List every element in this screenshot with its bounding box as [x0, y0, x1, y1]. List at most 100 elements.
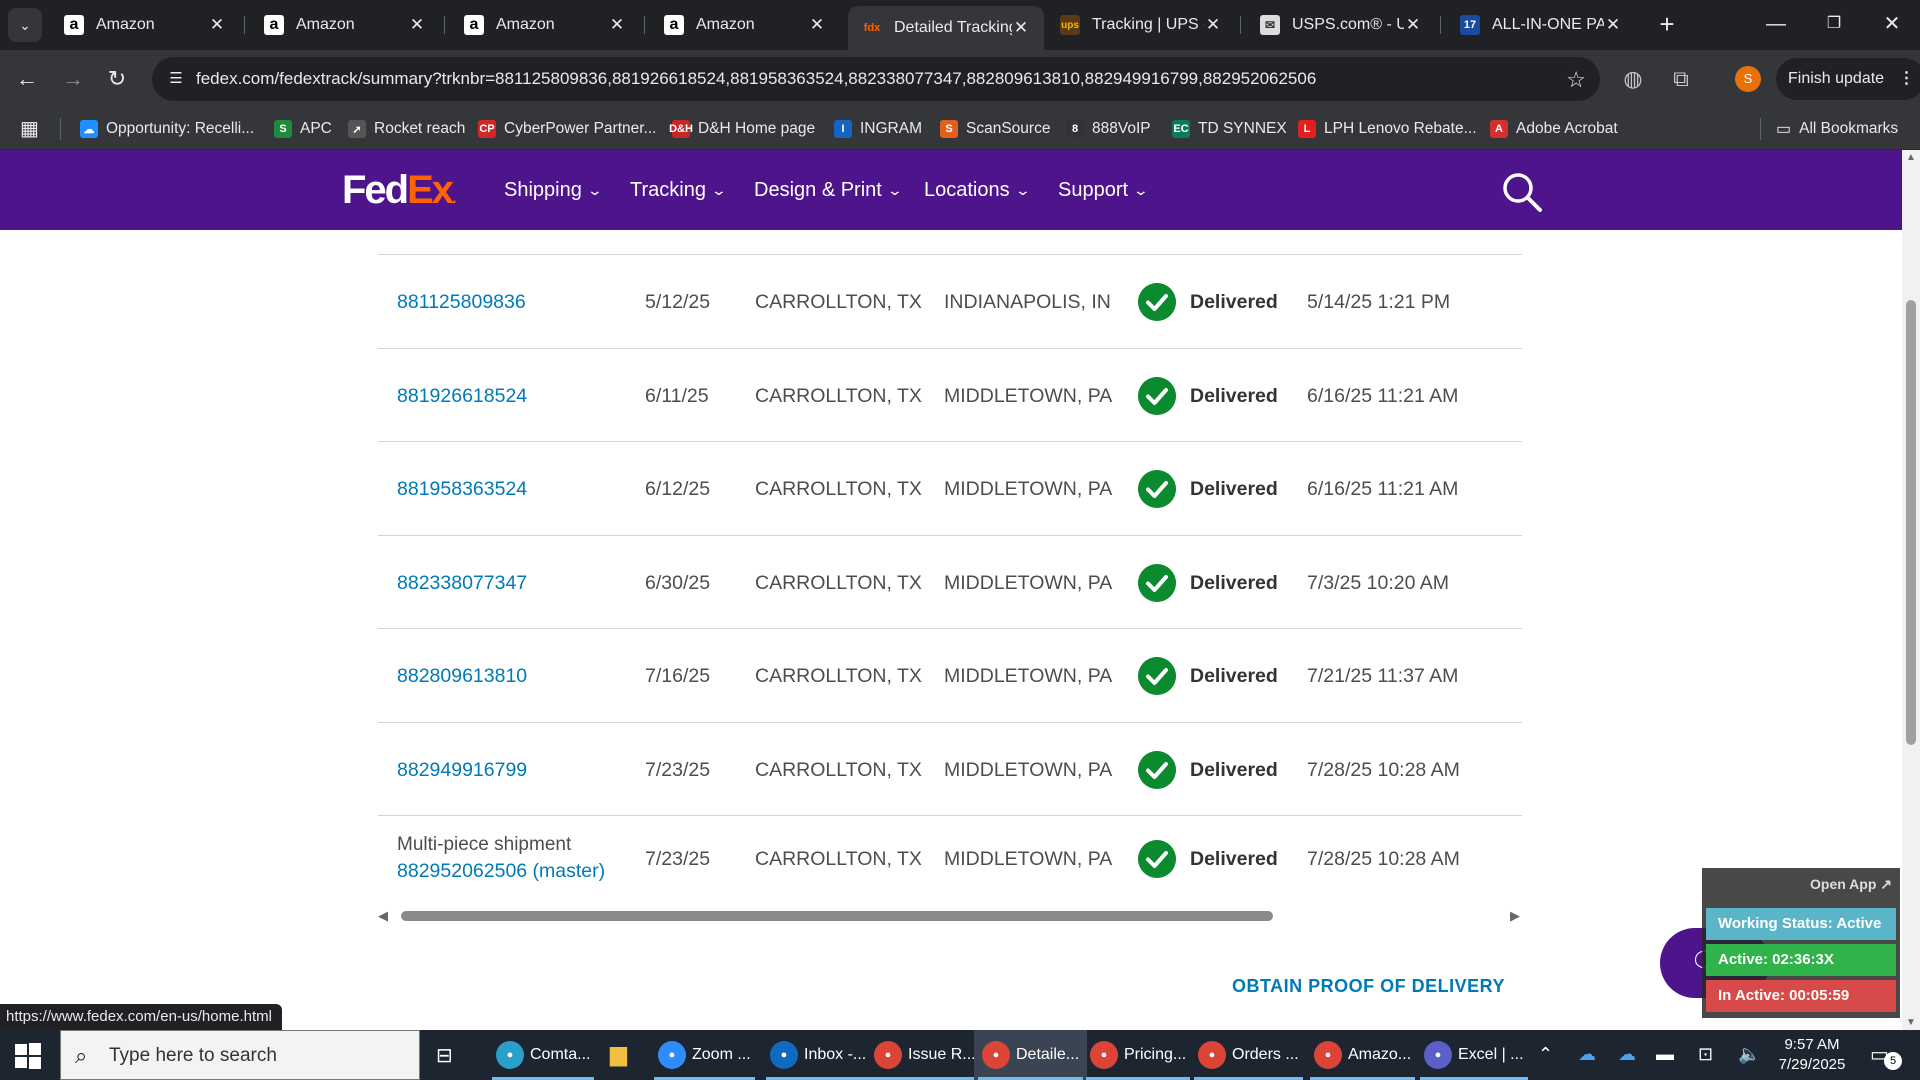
file-explorer-icon[interactable]: ▆ [610, 1041, 627, 1067]
delivered-check-icon [1138, 283, 1176, 321]
17track-icon: 17 [1460, 15, 1480, 35]
bookmark-item[interactable]: ➚ Rocket reach [348, 116, 465, 142]
onedrive-business-icon[interactable]: ☁ [1618, 1044, 1636, 1065]
tab-amazon-4[interactable]: a Amazon ✕ [650, 6, 840, 44]
bookmark-star-icon[interactable]: ☆ [1566, 67, 1586, 93]
close-tab-icon[interactable]: ✕ [1204, 15, 1222, 35]
windows-start-icon[interactable] [14, 1042, 42, 1070]
close-tab-icon[interactable]: ✕ [808, 15, 826, 35]
tab-amazon-1[interactable]: a Amazon ✕ [50, 6, 240, 44]
site-info-icon[interactable]: ☰ [166, 69, 186, 89]
tracking-number-link[interactable]: 882949916799 [397, 759, 527, 782]
nav-tracking[interactable]: Tracking ⌄ [630, 179, 727, 202]
nav-support[interactable]: Support ⌄ [1058, 179, 1149, 202]
tab-search-icon[interactable]: ⌄ [8, 8, 42, 42]
notifications-icon[interactable]: ▭ 5 [1870, 1042, 1902, 1070]
tracking-number-link[interactable]: 882952062506 (master) [397, 860, 605, 883]
taskbar-app[interactable]: ● Pricing... [1082, 1030, 1194, 1080]
scroll-thumb[interactable] [1906, 300, 1916, 745]
ship-date: 6/12/25 [645, 478, 711, 500]
tracking-number-link[interactable]: 882338077347 [397, 572, 527, 595]
browser-toolbar: ← → ↻ ☰ fedex.com/fedextrack/summary?trk… [0, 50, 1920, 108]
delivered-check-icon [1138, 376, 1176, 415]
open-app-link[interactable]: Open App ↗ [1810, 876, 1892, 893]
nav-locations[interactable]: Locations ⌄ [924, 179, 1031, 202]
fedex-logo[interactable]: FedEx. [342, 168, 457, 213]
tab-usps[interactable]: ✉ USPS.com® - US ✕ [1246, 6, 1436, 44]
tracking-number-link[interactable]: 881958363524 [397, 478, 527, 501]
bookmark-item[interactable]: 8 888VoIP [1066, 116, 1151, 142]
taskbar-app[interactable]: ● Issue R... [866, 1030, 984, 1080]
nav-design-print[interactable]: Design & Print ⌄ [754, 179, 903, 202]
show-hidden-icons[interactable]: ⌃ [1538, 1044, 1553, 1065]
close-window-icon[interactable]: ✕ [1864, 6, 1920, 42]
forward-icon[interactable]: → [56, 62, 90, 96]
translate-icon[interactable]: ◍ [1618, 64, 1648, 94]
bookmark-item[interactable]: L LPH Lenovo Rebate... [1298, 116, 1477, 142]
status-label: Delivered [1190, 291, 1278, 313]
tracking-number-link[interactable]: 881125809836 [397, 291, 526, 314]
windows-taskbar: ⌕ Type here to search ⊟ ● Comta... ● Zoom .… [0, 1030, 1920, 1080]
scroll-left-icon[interactable]: ◀ [378, 908, 388, 924]
network-icon[interactable]: ⊡ [1698, 1044, 1713, 1065]
origin: CARROLLTON, TX [755, 848, 922, 870]
close-tab-icon[interactable]: ✕ [1012, 18, 1030, 38]
scroll-down-icon[interactable]: ▼ [1906, 1017, 1916, 1028]
search-icon[interactable] [1500, 170, 1544, 214]
address-bar[interactable]: ☰ fedex.com/fedextrack/summary?trknbr=88… [152, 57, 1600, 101]
close-tab-icon[interactable]: ✕ [608, 15, 626, 35]
url-text[interactable]: fedex.com/fedextrack/summary?trknbr=8811… [196, 69, 1316, 89]
taskbar-app[interactable]: ● Excel | ... [1416, 1030, 1532, 1080]
scroll-right-icon[interactable]: ▶ [1510, 908, 1520, 924]
page-vertical-scrollbar[interactable]: ▲ ▼ [1902, 150, 1920, 1030]
tab-amazon-3[interactable]: a Amazon ✕ [450, 6, 640, 44]
taskbar-app[interactable]: ● Comta... [488, 1030, 598, 1080]
tracking-number-link[interactable]: 882809613810 [397, 665, 527, 688]
tab-amazon-2[interactable]: a Amazon ✕ [250, 6, 440, 44]
taskbar-search-box[interactable]: ⌕ Type here to search [60, 1030, 420, 1080]
more-menu-icon: ⋮ [1898, 70, 1915, 87]
bookmark-item[interactable]: CP CyberPower Partner... [478, 116, 656, 142]
close-tab-icon[interactable]: ✕ [1604, 15, 1622, 35]
finish-update-button[interactable]: Finish update ⋮ [1776, 58, 1920, 100]
bookmark-item[interactable]: ☁ Opportunity: Recelli... [80, 116, 254, 142]
restore-icon[interactable]: ❐ [1806, 6, 1862, 42]
all-bookmarks-button[interactable]: ▭ All Bookmarks [1776, 116, 1898, 142]
bookmark-item[interactable]: S APC [274, 116, 332, 142]
bookmark-item[interactable]: EC TD SYNNEX [1172, 116, 1287, 142]
taskbar-app[interactable]: ● Detaile... [974, 1030, 1088, 1080]
taskbar-app[interactable]: ● Inbox -... [762, 1030, 874, 1080]
bookmark-item[interactable]: D&H D&H Home page [669, 116, 815, 142]
close-tab-icon[interactable]: ✕ [208, 15, 226, 35]
reload-icon[interactable]: ↻ [100, 62, 134, 96]
battery-icon[interactable]: ▬ [1656, 1044, 1674, 1065]
bookmark-item[interactable]: I INGRAM [834, 116, 922, 142]
close-tab-icon[interactable]: ✕ [1404, 15, 1422, 35]
scroll-up-icon[interactable]: ▲ [1906, 152, 1916, 163]
back-icon[interactable]: ← [10, 62, 44, 96]
bookmark-item[interactable]: A Adobe Acrobat [1490, 116, 1618, 142]
task-view-icon[interactable]: ⊟ [436, 1043, 453, 1068]
minimize-icon[interactable]: — [1748, 6, 1804, 42]
onedrive-icon[interactable]: ☁ [1578, 1044, 1596, 1065]
table-horizontal-scrollbar[interactable]: ◀ ▶ [378, 908, 1520, 924]
taskbar-app[interactable]: ● Zoom ... [650, 1030, 759, 1080]
apps-grid-icon[interactable]: ▦ [20, 118, 42, 140]
obtain-proof-of-delivery-link[interactable]: OBTAIN PROOF OF DELIVERY [1232, 976, 1505, 997]
nav-shipping[interactable]: Shipping ⌄ [504, 179, 603, 202]
tab-all-in-one[interactable]: 17 ALL-IN-ONE PAC ✕ [1446, 6, 1636, 44]
volume-icon[interactable]: 🔈 [1738, 1044, 1760, 1065]
close-tab-icon[interactable]: ✕ [408, 15, 426, 35]
taskbar-app[interactable]: ● Orders ... [1190, 1030, 1307, 1080]
tracking-number-link[interactable]: 881926618524 [397, 385, 527, 408]
taskbar-clock[interactable]: 9:57 AM 7/29/2025 [1762, 1035, 1862, 1075]
taskbar-app[interactable]: ● Amazo... [1306, 1030, 1419, 1080]
tab-detailed-tracking[interactable]: fdx Detailed Tracking ✕ [848, 6, 1044, 50]
scroll-thumb[interactable] [401, 911, 1273, 921]
new-tab-icon[interactable]: + [1652, 10, 1682, 40]
profile-avatar[interactable]: S [1735, 66, 1761, 92]
bookmark-item[interactable]: S ScanSource [940, 116, 1050, 142]
extensions-icon[interactable]: ⧉ [1666, 64, 1696, 94]
status-label: Delivered [1190, 384, 1278, 407]
tab-ups-tracking[interactable]: ups Tracking | UPS - U ✕ [1046, 6, 1236, 44]
